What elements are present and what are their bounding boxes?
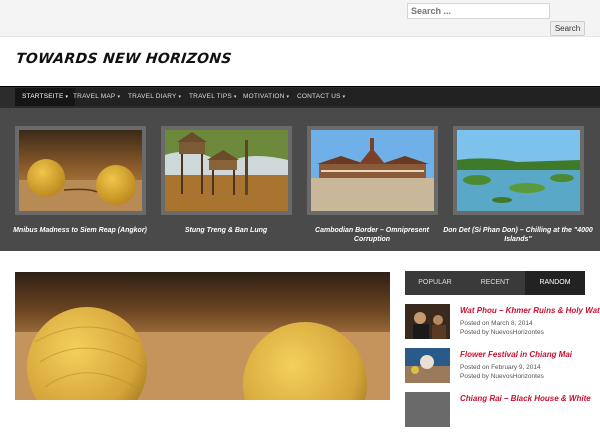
carousel-slide[interactable] xyxy=(453,126,584,215)
nav-item-motivation[interactable]: MOTIVATION ▾ xyxy=(236,88,296,106)
nav-item-label: TRAVEL DIARY xyxy=(128,93,177,100)
nav-item-travel-diary[interactable]: TRAVEL DIARY ▾ xyxy=(121,88,188,106)
post-date: Posted on February 9, 2014 xyxy=(460,364,541,371)
nav-item-label: STARTSEITE xyxy=(22,93,64,100)
slide-caption[interactable]: Don Det (Si Phan Don) – Chilling at the … xyxy=(443,226,593,244)
slide-caption[interactable]: Cambodian Border – Omnipresent Corruptio… xyxy=(297,226,447,244)
post-author: Posted by NuevosHorizontes xyxy=(460,373,544,380)
site-title[interactable]: TOWARDS NEW HORIZONS xyxy=(15,51,232,67)
slide-image xyxy=(311,130,434,211)
nav-item-travel-tips[interactable]: TRAVEL TIPS ▾ xyxy=(182,88,244,106)
chevron-down-icon: ▾ xyxy=(286,94,290,100)
slide-image xyxy=(457,130,580,211)
slide-image xyxy=(19,130,142,211)
carousel-slide[interactable] xyxy=(161,126,292,215)
featured-post-image[interactable] xyxy=(15,272,390,400)
chevron-down-icon: ▾ xyxy=(342,94,346,100)
list-item[interactable]: Wat Phou – Khmer Ruins & Holy Water Post… xyxy=(405,304,600,344)
nav-item-travel-map[interactable]: TRAVEL MAP ▾ xyxy=(66,88,127,106)
carousel-slide[interactable] xyxy=(307,126,438,215)
chevron-down-icon: ▾ xyxy=(178,94,182,100)
post-title[interactable]: Flower Festival in Chiang Mai xyxy=(460,350,572,359)
main-nav: STARTSEITE ▾ TRAVEL MAP ▾ TRAVEL DIARY ▾ TR… xyxy=(0,86,600,108)
post-thumbnail[interactable] xyxy=(405,304,450,339)
chevron-down-icon: ▾ xyxy=(117,94,121,100)
tab-random[interactable]: RANDOM xyxy=(525,271,585,295)
nav-item-label: MOTIVATION xyxy=(243,93,285,100)
post-thumbnail[interactable] xyxy=(405,348,450,383)
tab-popular[interactable]: POPULAR xyxy=(405,271,465,295)
slide-image xyxy=(165,130,288,211)
featured-carousel: Mnibus Madness to Siem Reap (Angkor) Stu… xyxy=(0,108,600,251)
nav-item-label: TRAVEL TIPS xyxy=(189,93,232,100)
carousel-slide[interactable] xyxy=(15,126,146,215)
nav-item-contact-us[interactable]: CONTACT US ▾ xyxy=(290,88,352,106)
post-date: Posted on March 8, 2014 xyxy=(460,320,533,327)
list-item[interactable]: Chiang Rai – Black House & White xyxy=(405,392,591,432)
nav-item-label: CONTACT US xyxy=(297,93,341,100)
post-title[interactable]: Chiang Rai – Black House & White xyxy=(460,394,591,403)
slide-caption[interactable]: Stung Treng & Ban Lung xyxy=(151,226,301,235)
search-button[interactable]: Search xyxy=(550,21,585,36)
search-input[interactable] xyxy=(407,3,550,19)
post-title[interactable]: Wat Phou – Khmer Ruins & Holy Water xyxy=(460,306,600,315)
post-author: Posted by NuevosHorizontes xyxy=(460,329,544,336)
tab-recent[interactable]: RECENT xyxy=(465,271,525,295)
list-item[interactable]: Flower Festival in Chiang Mai Posted on … xyxy=(405,348,585,388)
slide-caption[interactable]: Mnibus Madness to Siem Reap (Angkor) xyxy=(5,226,155,235)
sidebar-tabs: POPULAR RECENT RANDOM xyxy=(405,271,585,295)
post-thumbnail[interactable] xyxy=(405,392,450,427)
nav-bar: STARTSEITE ▾ TRAVEL MAP ▾ TRAVEL DIARY ▾ TR… xyxy=(15,88,600,106)
nav-item-label: TRAVEL MAP xyxy=(73,93,116,100)
